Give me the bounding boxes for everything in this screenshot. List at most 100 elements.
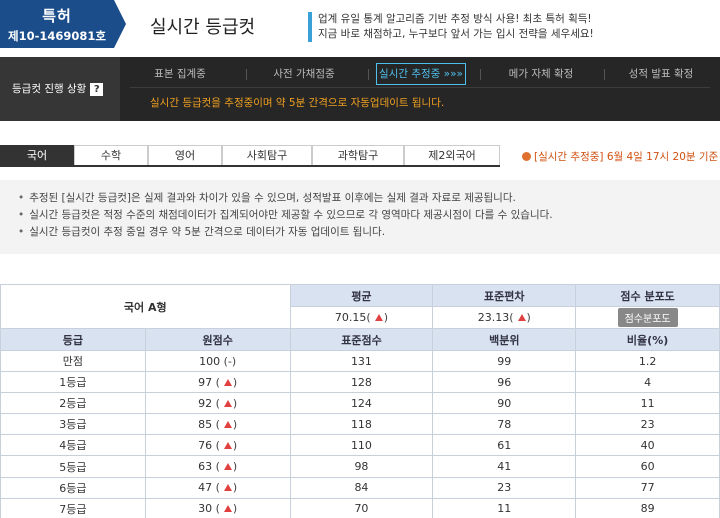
step-realtime-estimating: 실시간 추정중 »»» (376, 63, 466, 85)
raw-score-cell: 85 () (144, 413, 291, 436)
std-dev-header: 표준편차 (432, 284, 577, 307)
distribution-header: 점수 분포도 (575, 284, 720, 307)
status-message: 실시간 등급컷을 추정중이며 약 5분 간격으로 자동업데이트 됩니다. (150, 97, 445, 109)
average-value: 70.15() (289, 306, 434, 329)
score-distribution-button[interactable]: 점수분포도 (617, 308, 678, 327)
trend-up-icon (374, 314, 384, 322)
column-header-ratio: 비율(%) (575, 328, 720, 351)
column-header-grade: 등급 (0, 328, 146, 351)
status-divider (130, 87, 710, 88)
tabs-underline (0, 165, 500, 167)
progress-steps: 표본 집계중 사전 가채점중 실시간 추정중 »»» 메가 자체 확정 성적 발… (120, 63, 720, 85)
trend-up-icon (223, 378, 233, 387)
table-row: 만점 100 (-) 131 99 1.2 (0, 349, 720, 373)
progress-status-label: 등급컷 진행 상황? (0, 57, 120, 121)
standard-score-cell: 128 (289, 371, 434, 394)
notice-box: 추정된 [실시간 등급컷]은 실제 결과와 차이가 있을 수 있으며, 성적발표… (0, 180, 720, 254)
ratio-cell: 23 (575, 413, 720, 436)
standard-score-cell: 98 (289, 455, 434, 478)
trend-up-icon (223, 505, 233, 513)
raw-score-value: 97 (198, 375, 213, 389)
grade-cell: 6등급 (0, 476, 146, 499)
percentile-cell: 61 (432, 434, 577, 457)
tab-science[interactable]: 과학탐구 (312, 145, 404, 167)
step-mega-confirmed: 메가 자체 확정 (508, 68, 574, 80)
trend-up-icon (223, 484, 233, 492)
step-sample-collection: 표본 집계중 (154, 68, 206, 80)
average-number: 70.15 (334, 311, 367, 324)
table-row: 3등급 85 () 118 78 23 (0, 413, 720, 436)
ratio-cell: 4 (575, 371, 720, 394)
trend-up-icon (517, 314, 527, 322)
grade-cell: 3등급 (0, 413, 146, 436)
percentile-cell: 78 (432, 413, 577, 436)
raw-score-value: 30 (198, 502, 213, 516)
raw-score-value: 76 (198, 438, 213, 452)
grade-cell: 7등급 (0, 497, 146, 518)
trend-up-icon (223, 420, 233, 429)
exam-name: 국어 A형 (0, 284, 291, 329)
step-separator (368, 69, 369, 80)
update-time-text: [실시간 추정중] 6월 4일 17시 20분 기준 (534, 151, 719, 163)
raw-score-cell: 92 () (144, 392, 291, 415)
page-title: 실시간 등급컷 (150, 17, 256, 38)
percentile-cell: 99 (432, 349, 577, 373)
patent-number: 제10-1469081호 (8, 29, 106, 43)
column-header-standard-score: 표준점수 (289, 328, 434, 351)
trend-text: (-) (223, 354, 237, 368)
standard-score-cell: 131 (289, 349, 434, 373)
raw-score-cell: 76 () (144, 434, 291, 457)
raw-score-cell: 30 () (144, 497, 291, 518)
table-row: 2등급 92 () 124 90 11 (0, 392, 720, 415)
ratio-cell: 60 (575, 455, 720, 478)
raw-score-value: 85 (198, 417, 213, 431)
raw-score-value: 47 (198, 481, 213, 495)
step-separator (604, 69, 605, 80)
table-row: 1등급 97 () 128 96 4 (0, 371, 720, 394)
notice-item: 추정된 [실시간 등급컷]은 실제 결과와 차이가 있을 수 있으며, 성적발표… (18, 190, 702, 207)
page-header: 특허 제10-1469081호 실시간 등급컷 업계 유일 통계 알고리즘 기반… (0, 0, 720, 52)
raw-score-value: 100 (199, 354, 221, 368)
grade-cell: 1등급 (0, 371, 146, 394)
step-separator (246, 69, 247, 80)
ratio-cell: 89 (575, 497, 720, 518)
std-dev-value: 23.13() (432, 306, 577, 329)
distribution-cell: 점수분포도 (575, 306, 720, 329)
percentile-cell: 23 (432, 476, 577, 499)
standard-score-cell: 70 (289, 497, 434, 518)
patent-badge-arrow (114, 0, 126, 48)
step-pre-grading: 사전 가채점중 (273, 68, 335, 80)
notice-item: 실시간 등급컷이 추정 중일 경우 약 5분 간격으로 데이터가 자동 업데이트… (18, 224, 702, 241)
column-header-raw-score: 원점수 (144, 328, 291, 351)
raw-score-value: 92 (198, 396, 213, 410)
slogan-accent-bar (308, 12, 312, 42)
average-header: 평균 (289, 284, 434, 307)
raw-score-cell: 97 () (144, 371, 291, 394)
tab-social-studies[interactable]: 사회탐구 (222, 145, 312, 167)
tab-math[interactable]: 수학 (74, 145, 148, 167)
percentile-cell: 41 (432, 455, 577, 478)
patent-badge: 특허 제10-1469081호 (0, 0, 114, 48)
step-result-confirmed: 성적 발표 확정 (628, 68, 694, 80)
grade-cell: 5등급 (0, 455, 146, 478)
tab-english[interactable]: 영어 (148, 145, 222, 167)
raw-score-value: 63 (198, 460, 213, 474)
standard-score-cell: 110 (289, 434, 434, 457)
help-icon[interactable]: ? (90, 82, 104, 96)
grade-rows: 만점 100 (-) 131 99 1.2 1등급 97 () 128 96 4 2등급 92 () 1… (0, 349, 720, 518)
update-time-notice: [실시간 추정중] 6월 4일 17시 20분 기준 (522, 149, 718, 164)
grade-cell: 4등급 (0, 434, 146, 457)
progress-status-title: 등급컷 진행 상황 (12, 83, 87, 95)
percentile-cell: 96 (432, 371, 577, 394)
slogan-line-1: 업계 유일 통계 알고리즘 기반 추정 방식 사용! 최초 특허 획득! (318, 13, 592, 25)
progress-status-panel: 등급컷 진행 상황? 표본 집계중 사전 가채점중 실시간 추정중 »»» 메가… (0, 57, 720, 121)
ratio-cell: 11 (575, 392, 720, 415)
tab-korean[interactable]: 국어 (0, 145, 74, 167)
step-separator (480, 69, 481, 80)
tab-second-language[interactable]: 제2외국어 (404, 145, 500, 167)
standard-score-cell: 84 (289, 476, 434, 499)
column-header-percentile: 백분위 (432, 328, 577, 351)
ratio-cell: 40 (575, 434, 720, 457)
table-row: 5등급 63 () 98 41 60 (0, 455, 720, 478)
table-row: 7등급 30 () 70 11 89 (0, 497, 720, 518)
